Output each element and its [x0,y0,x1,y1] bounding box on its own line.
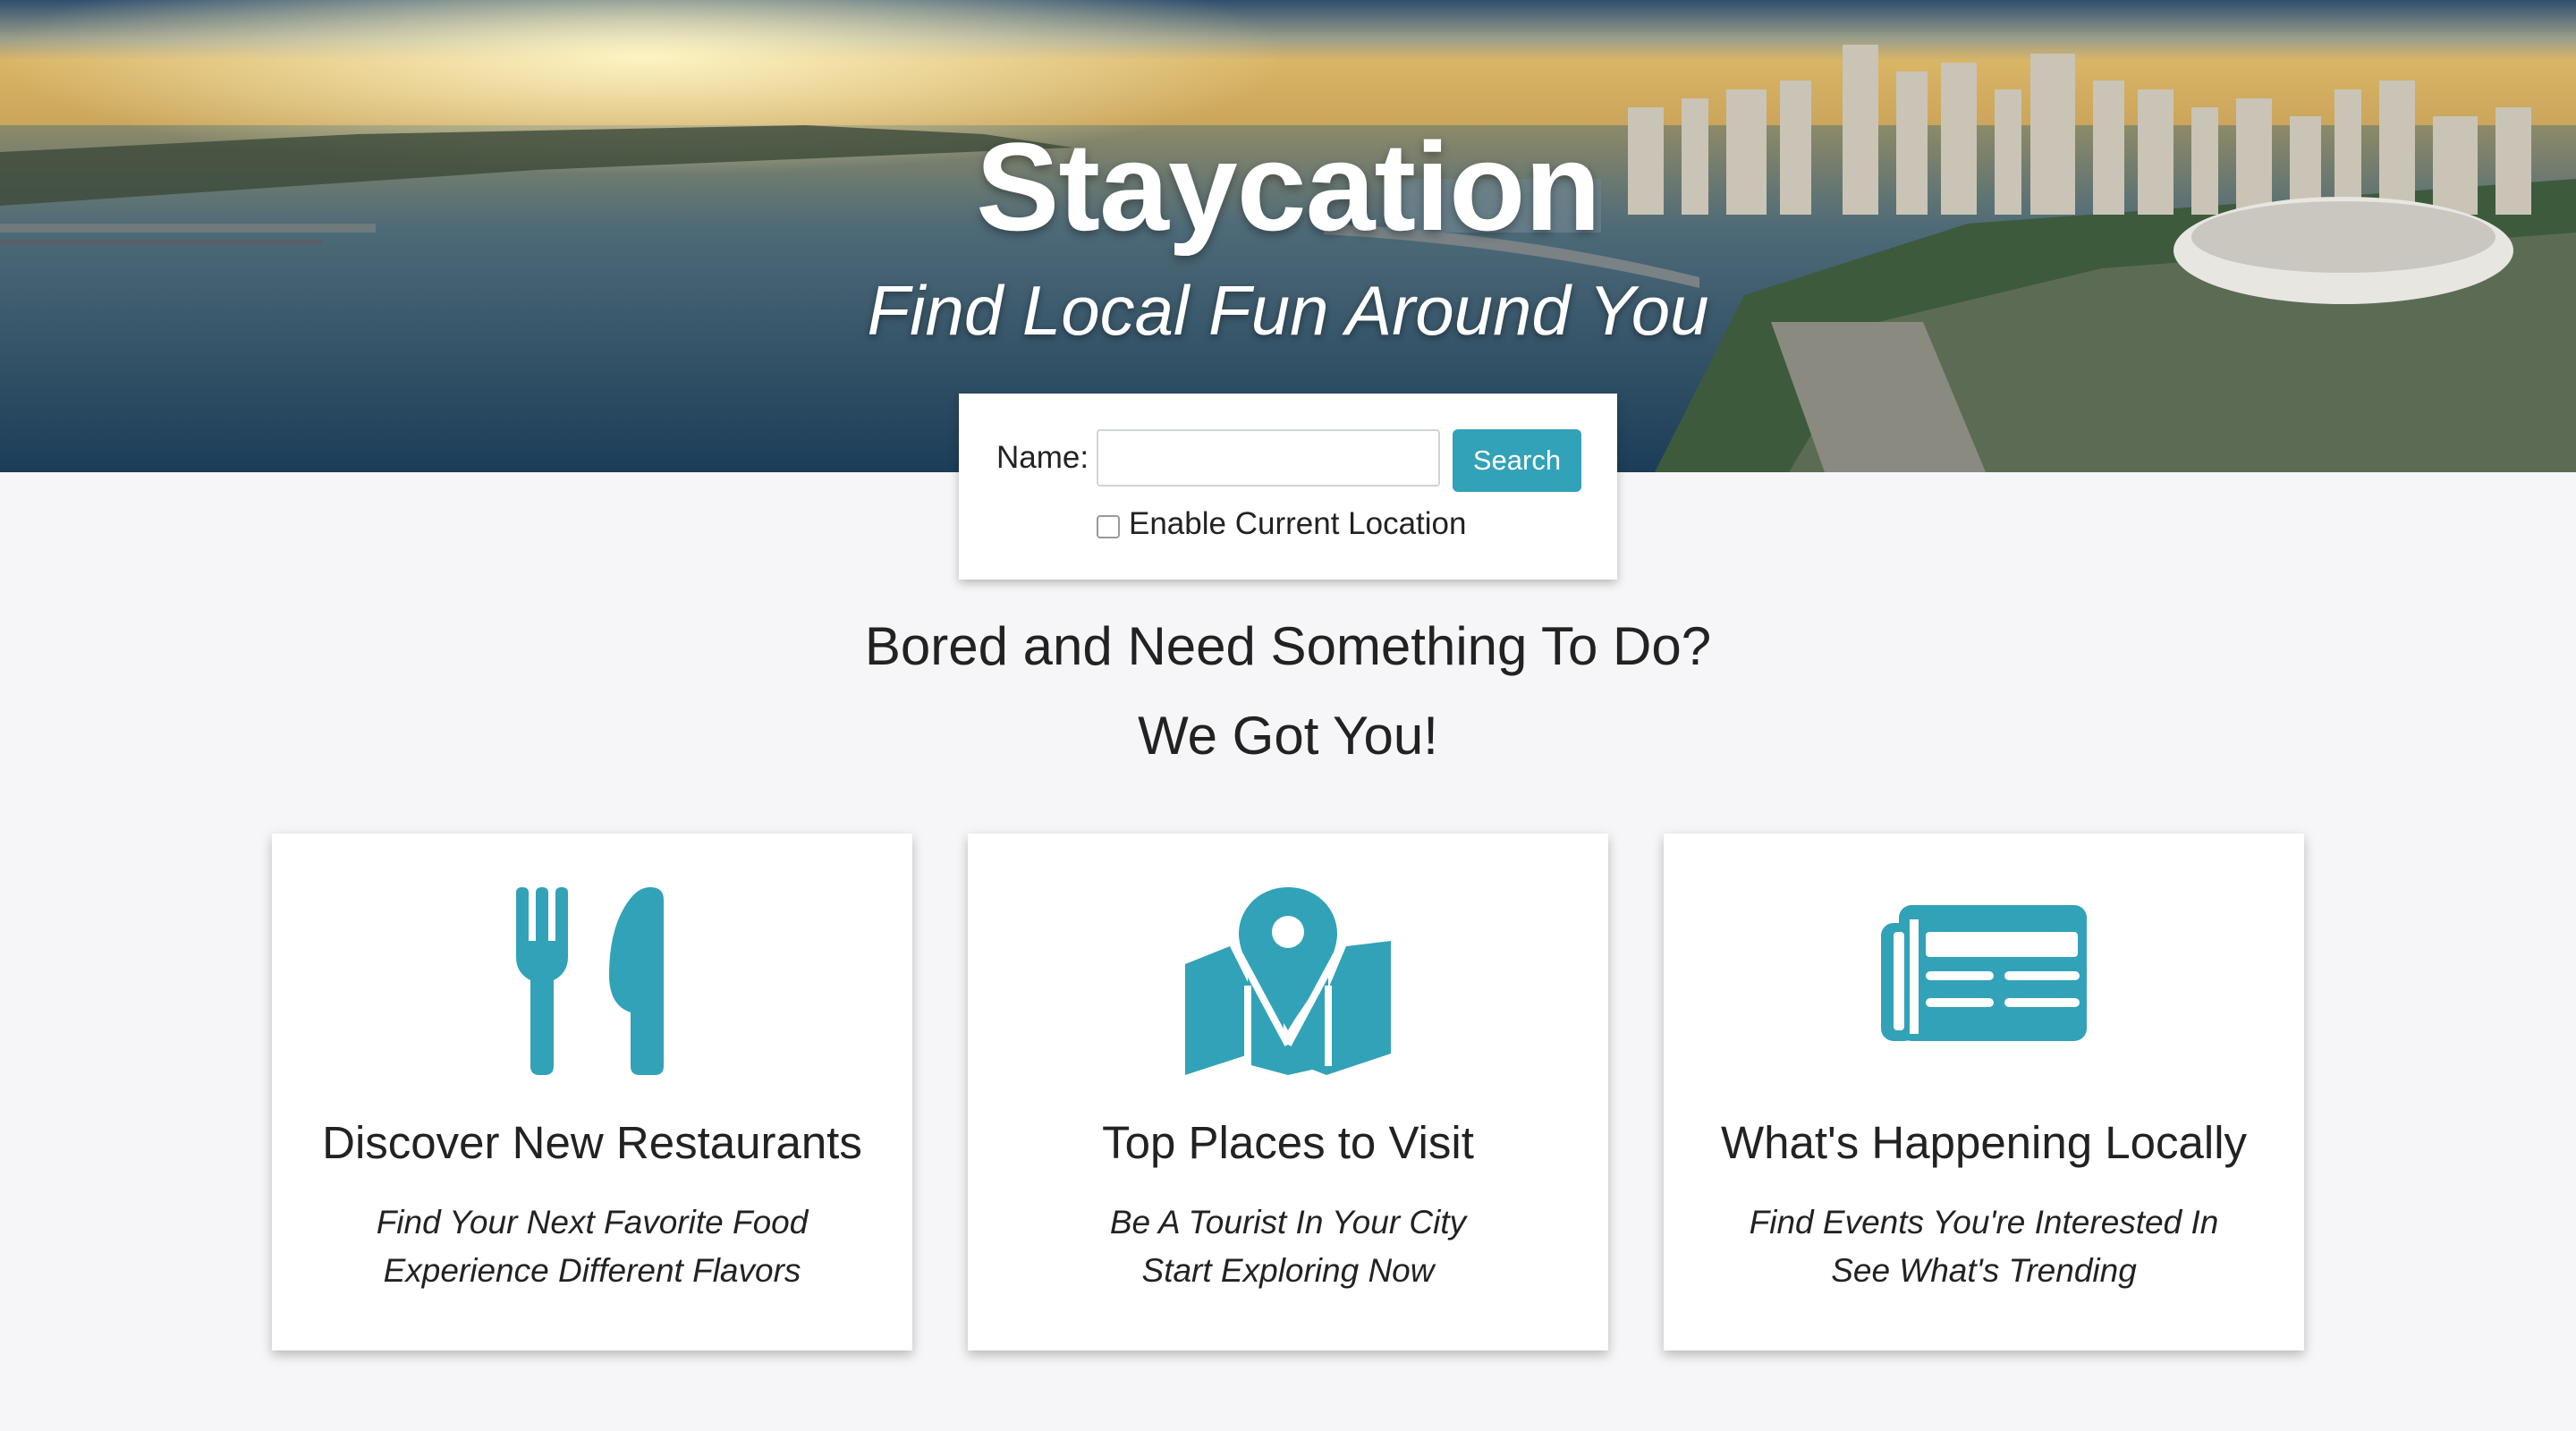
enable-location-checkbox[interactable] [1097,515,1120,538]
site-subtitle: Find Local Fun Around You [867,271,1709,350]
name-input[interactable] [1097,429,1440,487]
card-places[interactable]: Top Places to Visit Be A Tourist In Your… [968,834,1608,1351]
card-description: See What's Trending [1831,1252,2137,1289]
card-description: Find Your Next Favorite Food [376,1204,809,1240]
map-marker-icon [968,887,1608,1075]
utensils-icon [272,887,912,1075]
tagline-heading: Bored and Need Something To Do? [864,616,1712,676]
card-events[interactable]: What's Happening Locally Find Events You… [1664,834,2304,1351]
location-toggle-row: Enable Current Location [1097,506,1466,542]
search-button[interactable]: Search [1453,429,1581,492]
card-description: Start Exploring Now [1141,1252,1435,1289]
card-title: Discover New Restaurants [322,1117,862,1168]
card-title: Top Places to Visit [1102,1117,1474,1168]
newspaper-icon [1664,887,2304,1075]
card-restaurants[interactable]: Discover New Restaurants Find Your Next … [272,834,912,1351]
enable-location-label[interactable]: Enable Current Location [1129,506,1466,542]
tagline-subheading: We Got You! [1138,706,1438,766]
card-description: Be A Tourist In Your City [1109,1204,1467,1240]
search-panel: Name: Search Enable Current Location [959,394,1617,580]
card-description: Find Events You're Interested In [1749,1204,2219,1240]
card-title: What's Happening Locally [1720,1117,2248,1168]
name-label: Name: [996,440,1089,475]
site-title: Staycation [976,116,1601,257]
card-description: Experience Different Flavors [383,1252,801,1289]
